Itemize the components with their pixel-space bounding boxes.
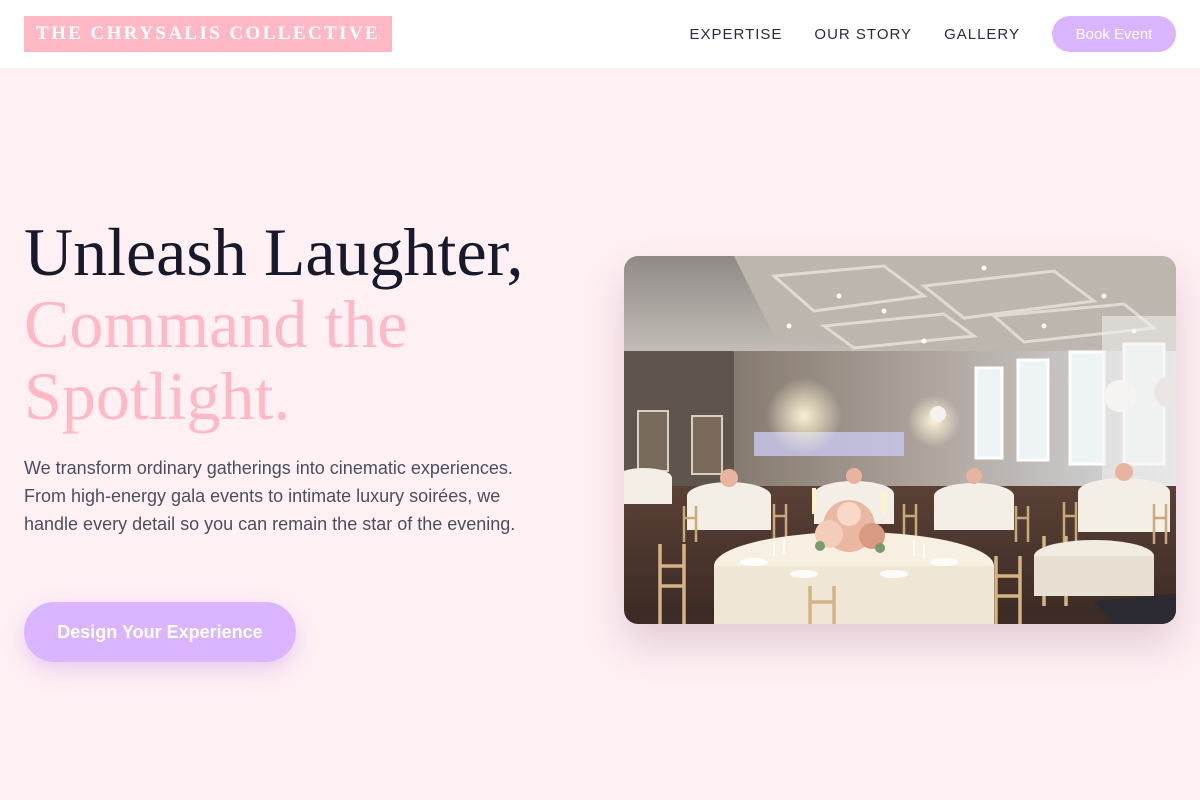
nav-link-expertise[interactable]: EXPERTISE: [690, 26, 783, 43]
hero-title: Unleash Laughter, Command the Spotlight.: [24, 216, 584, 432]
main-nav: EXPERTISE OUR STORY GALLERY: [690, 26, 1021, 43]
hero-title-line-3: Spotlight.: [24, 358, 291, 434]
design-experience-button[interactable]: Design Your Experience: [24, 602, 296, 662]
banquet-hall-photo: [624, 256, 1176, 624]
brand-logo[interactable]: THE CHRYSALIS COLLECTIVE: [24, 16, 393, 52]
hero-text: Unleash Laughter, Command the Spotlight.…: [24, 216, 584, 538]
nav-link-our-story[interactable]: OUR STORY: [814, 26, 912, 43]
book-event-button[interactable]: Book Event: [1052, 16, 1176, 52]
hero-title-line-1: Unleash Laughter,: [24, 214, 524, 290]
navbar: THE CHRYSALIS COLLECTIVE EXPERTISE OUR S…: [0, 0, 1200, 68]
hero-title-line-2: Command the: [24, 286, 408, 362]
hero-description: We transform ordinary gatherings into ci…: [24, 458, 516, 534]
nav-link-gallery[interactable]: GALLERY: [944, 26, 1020, 43]
